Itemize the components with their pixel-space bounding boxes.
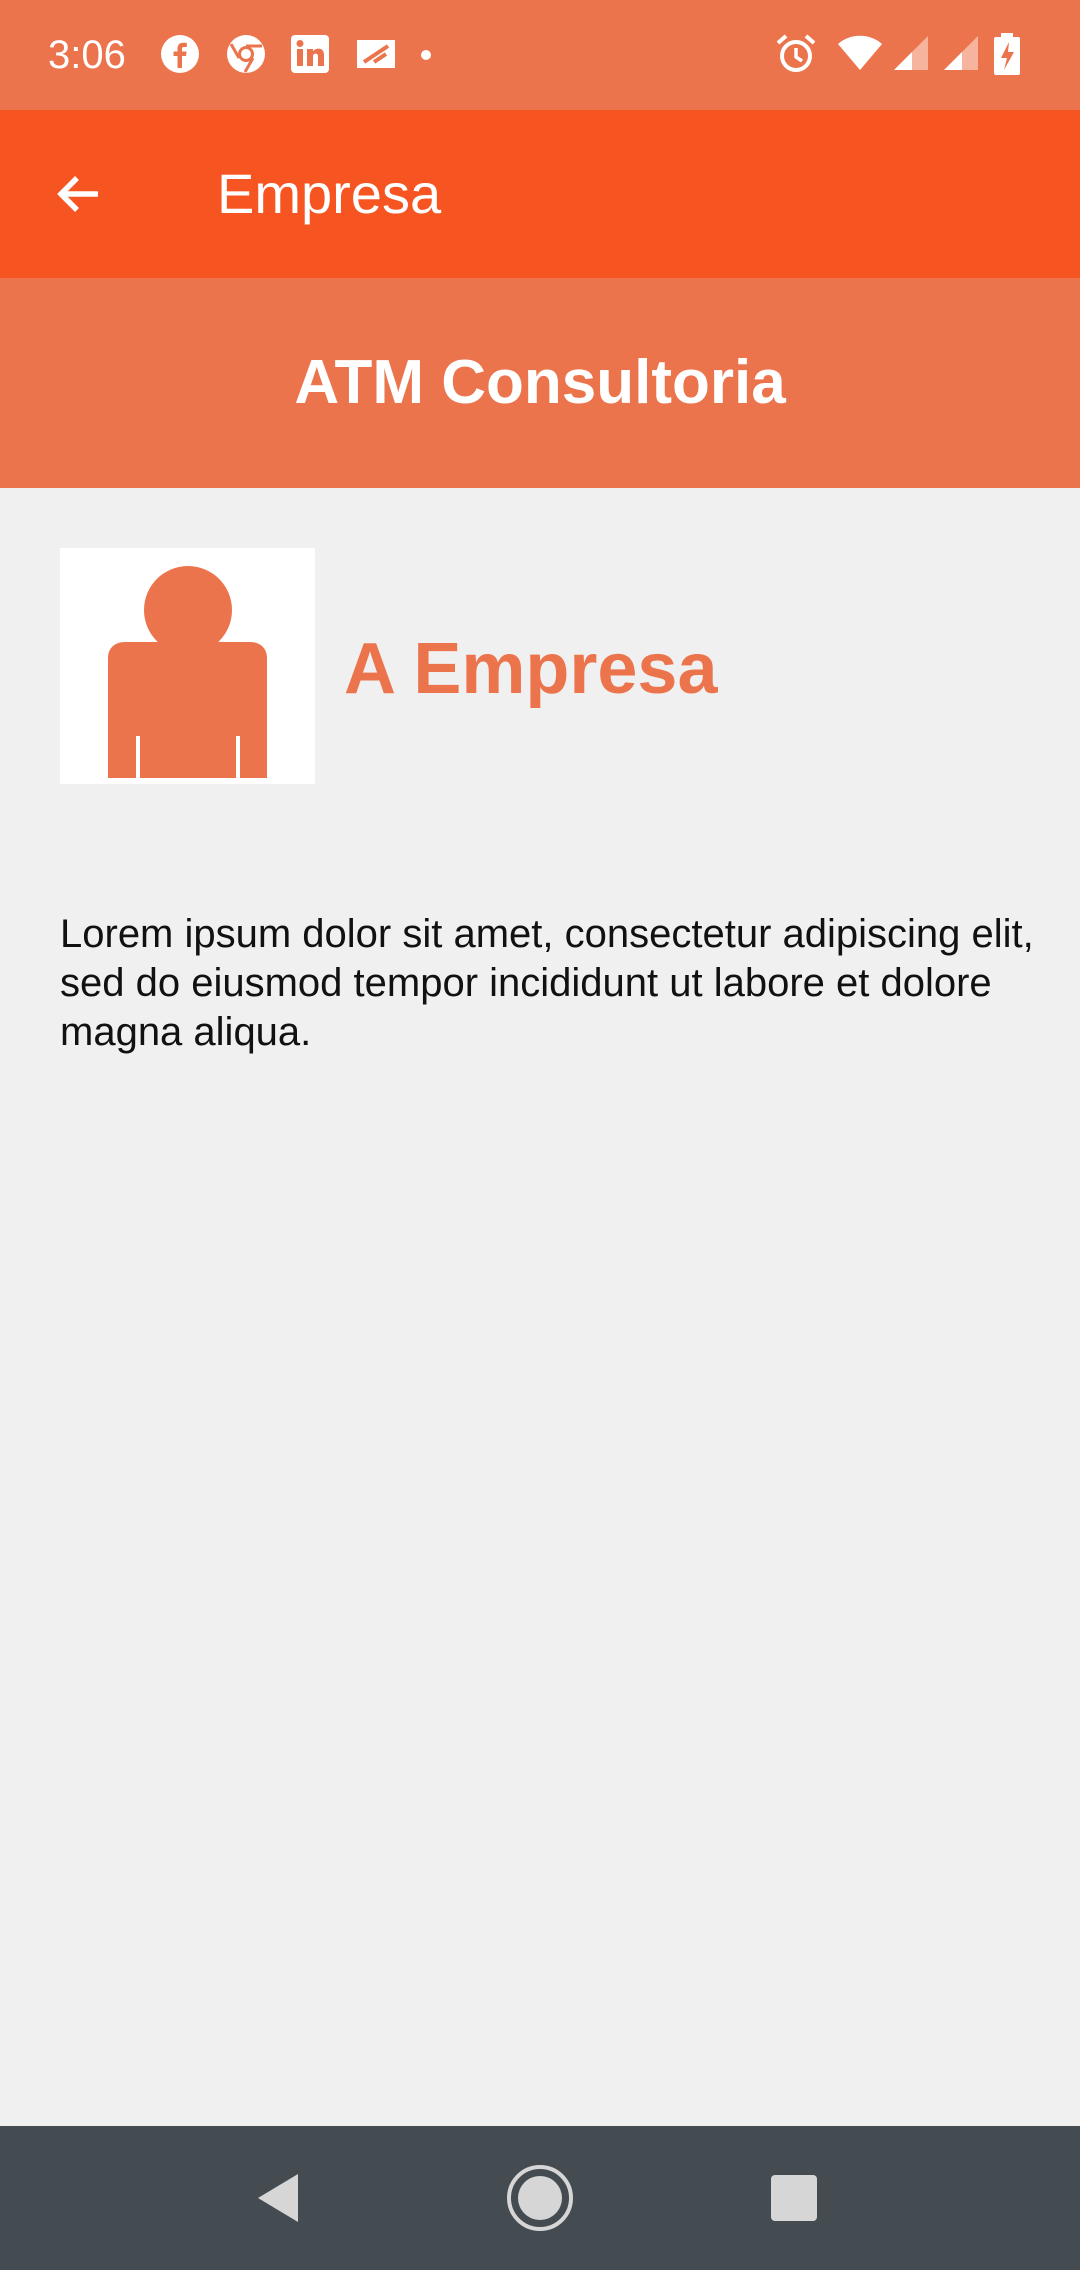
arrow-left-icon: [57, 176, 98, 212]
company-name: ATM Consultoria: [294, 348, 786, 417]
alarm-icon: [774, 32, 818, 76]
nav-home-button[interactable]: [490, 2148, 590, 2248]
status-time: 3:06: [48, 33, 126, 77]
description-text: Lorem ipsum dolor sit amet, consectetur …: [60, 912, 1034, 1054]
nav-back-button[interactable]: [232, 2148, 332, 2248]
company-header: ATM Consultoria: [0, 278, 1080, 488]
signal-icon: [940, 32, 984, 76]
chrome-icon: [224, 32, 268, 76]
person-icon: [108, 566, 267, 778]
status-bar: 3:06: [0, 0, 1080, 110]
company-image: [60, 548, 315, 784]
wifi-icon: [836, 32, 884, 76]
page-title: Empresa: [217, 162, 442, 225]
linkedin-icon: [288, 32, 332, 76]
payment-card-icon: [354, 32, 398, 76]
section-title: A Empresa: [344, 629, 718, 709]
notification-dot-icon: [420, 48, 432, 60]
app-bar: Empresa: [0, 110, 1080, 278]
home-circle-icon: [507, 2165, 573, 2231]
battery-charging-icon: [990, 32, 1024, 76]
facebook-icon: [158, 32, 202, 76]
back-triangle-icon: [258, 2174, 298, 2222]
signal-icon: [890, 32, 934, 76]
nav-recents-button[interactable]: [744, 2148, 844, 2248]
system-nav-bar: [0, 2126, 1080, 2270]
recents-square-icon: [771, 2175, 817, 2221]
back-button[interactable]: [34, 150, 122, 238]
